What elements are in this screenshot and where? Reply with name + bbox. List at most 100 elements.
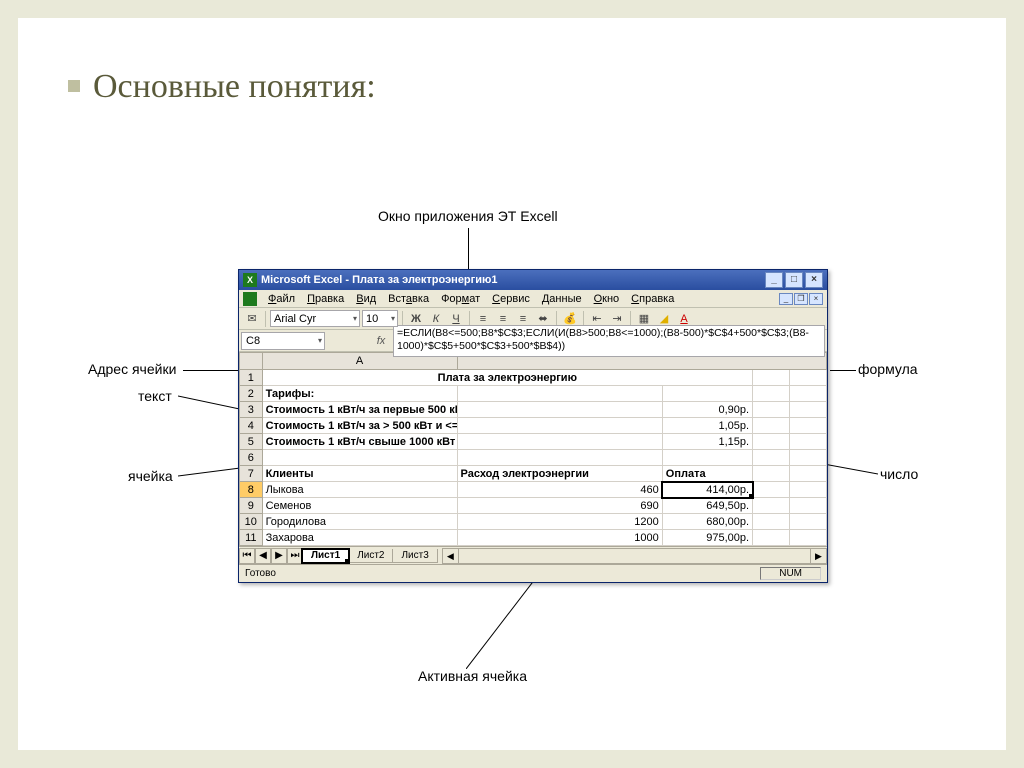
menu-format[interactable]: Формат: [436, 292, 485, 306]
cell[interactable]: 460: [457, 482, 662, 498]
cell[interactable]: 975,00р.: [662, 530, 752, 546]
cell[interactable]: [790, 530, 827, 546]
row-header[interactable]: 3: [240, 402, 263, 418]
cell[interactable]: [753, 402, 790, 418]
cell[interactable]: 1,15р.: [662, 434, 752, 450]
cell[interactable]: [753, 498, 790, 514]
cell[interactable]: 1,05р.: [662, 418, 752, 434]
font-size-select[interactable]: 10: [362, 310, 398, 327]
cell[interactable]: [457, 402, 662, 418]
titlebar[interactable]: X Microsoft Excel - Плата за электроэнер…: [239, 270, 827, 290]
cell[interactable]: [662, 450, 752, 466]
menu-edit[interactable]: Правка: [302, 292, 349, 306]
cell[interactable]: [790, 482, 827, 498]
cell[interactable]: [790, 402, 827, 418]
menu-insert[interactable]: Вставка: [383, 292, 434, 306]
row-header[interactable]: 6: [240, 450, 263, 466]
row-header[interactable]: 7: [240, 466, 263, 482]
row-header[interactable]: 2: [240, 386, 263, 402]
cell[interactable]: [262, 450, 457, 466]
cell[interactable]: [790, 418, 827, 434]
cell[interactable]: [753, 386, 790, 402]
cell[interactable]: [753, 418, 790, 434]
spreadsheet-grid[interactable]: A 1Плата за электроэнергию2Тарифы:3Стоим…: [239, 352, 827, 546]
cell[interactable]: 680,00р.: [662, 514, 752, 530]
cell[interactable]: Оплата: [662, 466, 752, 482]
cell[interactable]: Семенов: [262, 498, 457, 514]
menu-service[interactable]: Сервис: [487, 292, 535, 306]
app-icon: X: [243, 273, 257, 287]
cell[interactable]: Расход электроэнергии: [457, 466, 662, 482]
cell[interactable]: [790, 514, 827, 530]
cell[interactable]: [457, 418, 662, 434]
row-header[interactable]: 8: [240, 482, 263, 498]
cell[interactable]: [457, 386, 662, 402]
font-name-select[interactable]: Arial Cyr: [270, 310, 360, 327]
minimize-button[interactable]: _: [765, 272, 783, 288]
cell[interactable]: 0,90р.: [662, 402, 752, 418]
tab-nav-last[interactable]: ⏭: [287, 548, 303, 564]
menu-window[interactable]: Окно: [589, 292, 625, 306]
maximize-button[interactable]: □: [785, 272, 803, 288]
cell[interactable]: Стоимость 1 кВт/ч за первые 500 кВт: [262, 402, 457, 418]
cell[interactable]: [753, 450, 790, 466]
cell[interactable]: [457, 434, 662, 450]
cell[interactable]: Стоимость 1 кВт/ч за > 500 кВт и <=1000 …: [262, 418, 457, 434]
horizontal-scrollbar[interactable]: ◀ ▶: [442, 548, 827, 564]
close-button[interactable]: ×: [805, 272, 823, 288]
mail-icon[interactable]: ✉: [243, 310, 261, 328]
row-header[interactable]: 11: [240, 530, 263, 546]
menu-file[interactable]: Файл: [263, 292, 300, 306]
cell[interactable]: Тарифы:: [262, 386, 457, 402]
cell[interactable]: Плата за электроэнергию: [262, 370, 753, 386]
cell[interactable]: Стоимость 1 кВт/ч свыше 1000 кВт: [262, 434, 457, 450]
name-box[interactable]: C8: [241, 332, 325, 350]
cell[interactable]: Клиенты: [262, 466, 457, 482]
select-all-corner[interactable]: [240, 353, 263, 370]
cell[interactable]: Городилова: [262, 514, 457, 530]
row-header[interactable]: 4: [240, 418, 263, 434]
cell[interactable]: [790, 450, 827, 466]
cell[interactable]: [790, 370, 827, 386]
cell[interactable]: [790, 434, 827, 450]
tab-nav-prev[interactable]: ◀: [255, 548, 271, 564]
row-header[interactable]: 1: [240, 370, 263, 386]
cell[interactable]: 414,00р.: [662, 482, 752, 498]
cell[interactable]: [753, 466, 790, 482]
cell[interactable]: [753, 514, 790, 530]
cell[interactable]: [753, 434, 790, 450]
cell[interactable]: 1000: [457, 530, 662, 546]
menu-view[interactable]: Вид: [351, 292, 381, 306]
cell[interactable]: [790, 386, 827, 402]
row-header[interactable]: 10: [240, 514, 263, 530]
doc-restore-button[interactable]: ❐: [794, 293, 808, 305]
cell[interactable]: [790, 498, 827, 514]
callout-address: Адрес ячейки: [88, 361, 176, 377]
fx-icon[interactable]: fx: [369, 335, 393, 347]
scroll-left-button[interactable]: ◀: [443, 549, 459, 563]
cell[interactable]: [753, 530, 790, 546]
cell[interactable]: [753, 482, 790, 498]
doc-minimize-button[interactable]: _: [779, 293, 793, 305]
row-header[interactable]: 9: [240, 498, 263, 514]
cell[interactable]: [662, 386, 752, 402]
cell[interactable]: 1200: [457, 514, 662, 530]
cell[interactable]: 649,50р.: [662, 498, 752, 514]
menu-data[interactable]: Данные: [537, 292, 587, 306]
cell[interactable]: [753, 370, 790, 386]
sheet-tab-1[interactable]: Лист1: [302, 549, 349, 563]
tab-nav-first[interactable]: ⏮: [239, 548, 255, 564]
menu-help[interactable]: Справка: [626, 292, 679, 306]
doc-close-button[interactable]: ×: [809, 293, 823, 305]
tab-nav-next[interactable]: ▶: [271, 548, 287, 564]
row-header[interactable]: 5: [240, 434, 263, 450]
formula-bar[interactable]: =ЕСЛИ(B8<=500;B8*$C$3;ЕСЛИ(И(B8>500;B8<=…: [393, 325, 825, 357]
scroll-right-button[interactable]: ▶: [810, 549, 826, 563]
cell[interactable]: 690: [457, 498, 662, 514]
cell[interactable]: [790, 466, 827, 482]
sheet-tab-3[interactable]: Лист3: [392, 549, 437, 563]
cell[interactable]: [457, 450, 662, 466]
sheet-tab-2[interactable]: Лист2: [348, 549, 393, 563]
cell[interactable]: Захарова: [262, 530, 457, 546]
cell[interactable]: Лыкова: [262, 482, 457, 498]
